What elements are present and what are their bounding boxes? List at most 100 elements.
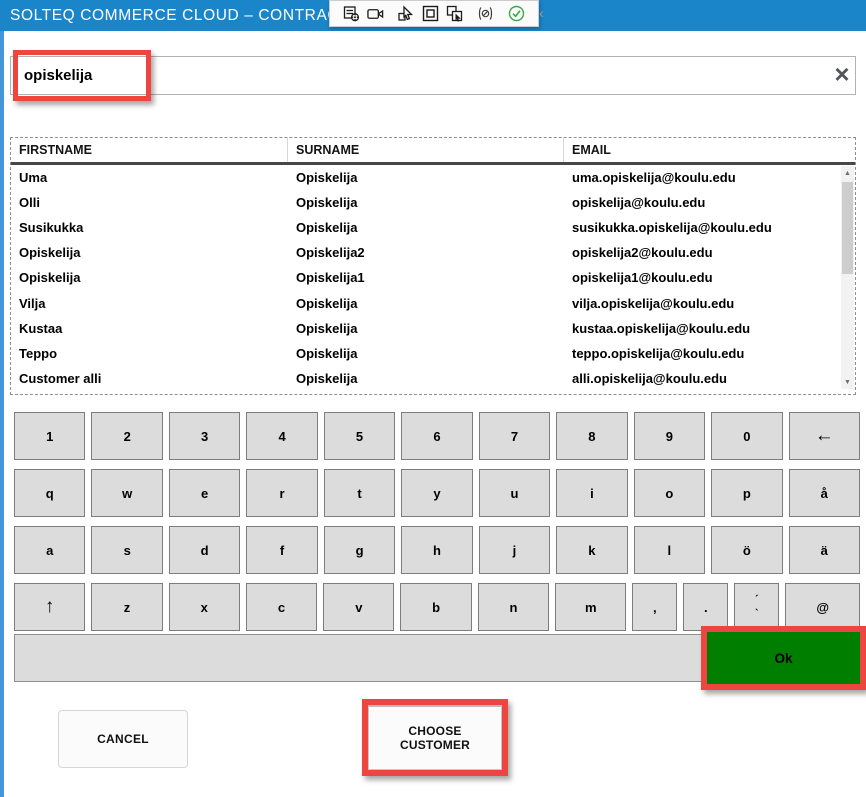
keyboard-row-4: ↑ z x c v b n m , . ´ ` @	[14, 583, 860, 631]
key-period[interactable]: .	[683, 583, 728, 631]
clear-search-icon[interactable]: ×	[831, 58, 853, 90]
key-9[interactable]: 9	[634, 412, 705, 460]
ok-highlight-annotation: Ok	[701, 626, 866, 690]
keyboard-row-2: q w e r t y u i o p å	[14, 469, 860, 517]
key-s[interactable]: s	[91, 526, 162, 574]
cell-surname: Opiskelija	[288, 170, 564, 185]
key-j[interactable]: j	[479, 526, 550, 574]
choose-customer-highlight-annotation: CHOOSE CUSTOMER	[362, 699, 508, 776]
key-y[interactable]: y	[401, 469, 472, 517]
key-u[interactable]: u	[479, 469, 550, 517]
region-icon[interactable]	[422, 5, 439, 22]
scrollbar-thumb[interactable]	[842, 182, 853, 274]
key-3[interactable]: 3	[169, 412, 240, 460]
camera-icon[interactable]	[367, 5, 384, 22]
table-row[interactable]: Susikukka Opiskelija susikukka.opiskelij…	[11, 215, 855, 240]
key-odiaeresis[interactable]: ö	[711, 526, 782, 574]
key-m[interactable]: m	[555, 583, 626, 631]
key-k[interactable]: k	[556, 526, 627, 574]
cell-email: teppo.opiskelija@koulu.edu	[564, 346, 855, 361]
select-cursor-icon[interactable]	[398, 5, 415, 22]
cell-email: alli.opiskelija@koulu.edu	[564, 371, 855, 386]
cell-email: opiskelija@koulu.edu	[564, 195, 855, 210]
multi-region-icon[interactable]	[446, 5, 463, 22]
key-aring[interactable]: å	[789, 469, 860, 517]
key-p[interactable]: p	[711, 469, 782, 517]
key-g[interactable]: g	[324, 526, 395, 574]
cell-firstname: Opiskelija	[11, 245, 288, 260]
scroll-up-icon[interactable]: ▲	[841, 166, 854, 180]
table-row[interactable]: Vilja Opiskelija vilja.opiskelija@koulu.…	[11, 290, 855, 315]
cell-email: kustaa.opiskelija@koulu.edu	[564, 321, 855, 336]
table-row[interactable]: Kustaa Opiskelija kustaa.opiskelija@koul…	[11, 316, 855, 341]
key-at[interactable]: @	[785, 583, 860, 631]
key-4[interactable]: 4	[246, 412, 317, 460]
column-header-firstname[interactable]: FIRSTNAME	[11, 138, 288, 162]
cell-firstname: Opiskelija	[11, 270, 288, 285]
key-6[interactable]: 6	[401, 412, 472, 460]
window-left-border	[0, 31, 4, 797]
cell-surname: Opiskelija1	[288, 270, 564, 285]
table-row[interactable]: Olli Opiskelija opiskelija@koulu.edu	[11, 190, 855, 215]
key-o[interactable]: o	[634, 469, 705, 517]
acute-bottom-mark: `	[755, 611, 759, 617]
key-h[interactable]: h	[401, 526, 472, 574]
key-w[interactable]: w	[91, 469, 162, 517]
key-t[interactable]: t	[324, 469, 395, 517]
table-row[interactable]: Opiskelija Opiskelija1 opiskelija1@koulu…	[11, 265, 855, 290]
cell-email: susikukka.opiskelija@koulu.edu	[564, 220, 855, 235]
key-1[interactable]: 1	[14, 412, 85, 460]
choose-customer-button[interactable]: CHOOSE CUSTOMER	[368, 705, 502, 770]
customer-search-input[interactable]	[10, 56, 856, 95]
key-7[interactable]: 7	[479, 412, 550, 460]
onscreen-keyboard: 1 2 3 4 5 6 7 8 9 0 ← q w e r t y u i o …	[14, 412, 860, 640]
column-header-email[interactable]: EMAIL	[564, 138, 855, 162]
key-acute-accent[interactable]: ´ `	[734, 583, 779, 631]
table-body: Uma Opiskelija uma.opiskelija@koulu.edu …	[11, 165, 855, 391]
table-row[interactable]: Customer alli Opiskelija alli.opiskelija…	[11, 366, 855, 391]
key-c[interactable]: c	[246, 583, 317, 631]
shift-key[interactable]: ↑	[14, 583, 85, 631]
key-a[interactable]: a	[14, 526, 85, 574]
backspace-key[interactable]: ←	[789, 412, 860, 460]
key-i[interactable]: i	[556, 469, 627, 517]
key-5[interactable]: 5	[324, 412, 395, 460]
cell-email: uma.opiskelija@koulu.edu	[564, 170, 855, 185]
key-d[interactable]: d	[169, 526, 240, 574]
table-scrollbar[interactable]: ▲ ▼	[841, 166, 854, 389]
ok-button[interactable]: Ok	[707, 632, 860, 684]
key-r[interactable]: r	[246, 469, 317, 517]
confirm-check-icon[interactable]	[508, 5, 525, 22]
key-adiaeresis[interactable]: ä	[789, 526, 860, 574]
keyboard-row-3: a s d f g h j k l ö ä	[14, 526, 860, 574]
cell-firstname: Teppo	[11, 346, 288, 361]
key-x[interactable]: x	[169, 583, 240, 631]
column-header-surname[interactable]: SURNAME	[288, 138, 564, 162]
cell-email: vilja.opiskelija@koulu.edu	[564, 296, 855, 311]
key-b[interactable]: b	[400, 583, 471, 631]
cell-surname: Opiskelija	[288, 321, 564, 336]
table-row[interactable]: Opiskelija Opiskelija2 opiskelija2@koulu…	[11, 240, 855, 265]
key-comma[interactable]: ,	[632, 583, 677, 631]
key-z[interactable]: z	[91, 583, 162, 631]
cell-email: opiskelija2@koulu.edu	[564, 245, 855, 260]
key-v[interactable]: v	[323, 583, 394, 631]
collapse-chevron-icon[interactable]: ‹	[539, 6, 544, 21]
capture-list-icon[interactable]	[343, 5, 360, 22]
cell-surname: Opiskelija	[288, 346, 564, 361]
key-2[interactable]: 2	[91, 412, 162, 460]
key-l[interactable]: l	[634, 526, 705, 574]
key-f[interactable]: f	[246, 526, 317, 574]
recorder-toolbar: ‹	[329, 0, 539, 27]
key-0[interactable]: 0	[711, 412, 782, 460]
table-row[interactable]: Teppo Opiskelija teppo.opiskelija@koulu.…	[11, 341, 855, 366]
key-8[interactable]: 8	[556, 412, 627, 460]
table-row[interactable]: Uma Opiskelija uma.opiskelija@koulu.edu	[11, 165, 855, 190]
key-q[interactable]: q	[14, 469, 85, 517]
key-n[interactable]: n	[478, 583, 549, 631]
cancel-button[interactable]: CANCEL	[58, 710, 188, 768]
scroll-down-icon[interactable]: ▼	[841, 375, 854, 389]
parens-slash-icon[interactable]	[477, 5, 494, 22]
cell-firstname: Uma	[11, 170, 288, 185]
key-e[interactable]: e	[169, 469, 240, 517]
